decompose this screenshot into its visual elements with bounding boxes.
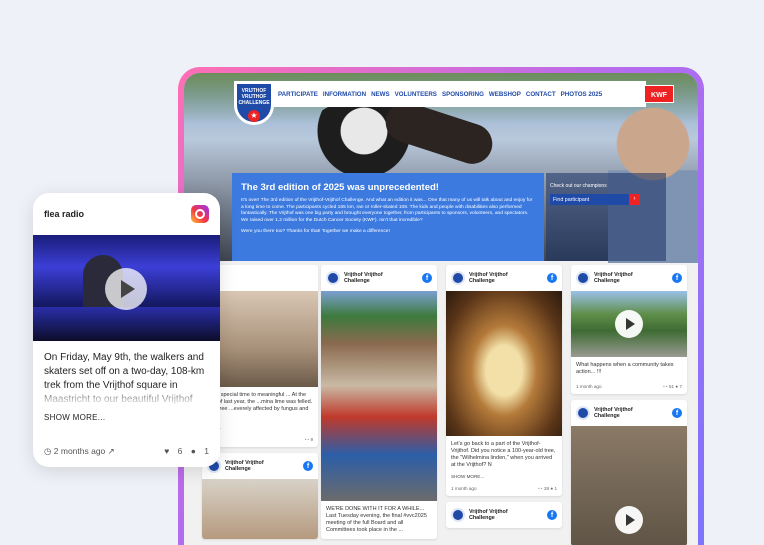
post-video[interactable] — [571, 426, 687, 545]
nav-photos[interactable]: PHOTOS 2025 — [561, 91, 603, 98]
feed-card[interactable]: Vrijthof Vrijthof Challenge f WE'RE DONE… — [321, 265, 437, 539]
post-image — [321, 291, 437, 501]
nav-news[interactable]: NEWS — [371, 91, 390, 98]
play-icon[interactable] — [615, 310, 643, 338]
facebook-icon: f — [303, 461, 313, 471]
star-icon: ★ — [248, 110, 260, 122]
arrow-right-icon: › — [629, 194, 640, 205]
post-time: 2 months ago — [53, 446, 106, 456]
comment-icon[interactable]: ● — [191, 446, 196, 456]
heart-icon[interactable]: ♥ — [164, 446, 169, 456]
banner-body: It's over! The 3rd edition of the Vrijth… — [241, 198, 533, 223]
avatar — [451, 508, 465, 522]
show-more-link[interactable]: SHOW MORE... — [33, 407, 220, 422]
avatar — [576, 271, 590, 285]
facebook-icon: f — [422, 273, 432, 283]
facebook-icon: f — [547, 273, 557, 283]
feed-column-4: Vrijthof Vrijthof Challenge f What happe… — [571, 265, 687, 545]
nav-webshop[interactable]: WEBSHOP — [489, 91, 521, 98]
nav-participate[interactable]: PARTICIPATE — [278, 91, 318, 98]
champions-box: Check out our champions Find participant… — [546, 173, 666, 261]
top-navigation: VRIJTHOF VRIJTHOF CHALLENGE ★ PARTICIPAT… — [234, 81, 674, 125]
hero-banner: The 3rd edition of 2025 was unprecedente… — [232, 173, 544, 261]
website-screen: VRIJTHOF VRIJTHOF CHALLENGE ★ PARTICIPAT… — [184, 73, 698, 545]
clock-icon: ◷ — [44, 446, 54, 456]
comment-icon: ● — [550, 486, 554, 491]
find-participant-button[interactable]: Find participant › — [550, 194, 640, 205]
banner-cta: Were you there too? Thanks for that! Tog… — [241, 229, 390, 235]
avatar — [326, 271, 340, 285]
play-icon[interactable] — [105, 268, 147, 310]
feed-card[interactable]: Vrijthof Vrijthof Challenge f — [446, 502, 562, 528]
champions-label: Check out our champions — [550, 183, 607, 189]
post-video[interactable] — [33, 235, 220, 341]
facebook-icon: f — [547, 510, 557, 520]
banner-title: The 3rd edition of 2025 was unprecedente… — [241, 182, 439, 193]
avatar — [451, 271, 465, 285]
nav-information[interactable]: INFORMATION — [323, 91, 366, 98]
browser-frame: VRIJTHOF VRIJTHOF CHALLENGE ★ PARTICIPAT… — [178, 67, 704, 545]
facebook-icon: f — [672, 273, 682, 283]
feed-card[interactable]: Vrijthof Vrijthof Challenge f What happe… — [571, 265, 687, 394]
nav-contact[interactable]: CONTACT — [526, 91, 556, 98]
feed-column-3: Vrijthof Vrijthof Challenge f Let's go b… — [446, 265, 562, 534]
play-icon[interactable] — [615, 505, 643, 534]
like-icon: ◔◔ — [537, 486, 544, 491]
kwf-badge[interactable]: KWF — [644, 85, 674, 103]
site-logo[interactable]: VRIJTHOF VRIJTHOF CHALLENGE ★ — [234, 81, 274, 125]
feed-card[interactable]: Vrijthof Vrijthof Challenge f — [202, 453, 318, 539]
like-icon: ◔◔ — [662, 384, 669, 389]
comment-icon: ● — [675, 384, 679, 389]
nav-sponsoring[interactable]: SPONSORING — [442, 91, 484, 98]
instagram-post-card[interactable]: flea radio On Friday, May 9th, the walke… — [33, 193, 220, 467]
external-link-icon[interactable]: ↗ — [108, 446, 115, 456]
feed-column-2: Vrijthof Vrijthof Challenge f WE'RE DONE… — [321, 265, 437, 545]
avatar — [576, 406, 590, 420]
facebook-icon: f — [672, 408, 682, 418]
post-video[interactable] — [571, 291, 687, 357]
post-image — [446, 291, 562, 436]
feed-card[interactable]: Vrijthof Vrijthof Challenge f — [571, 400, 687, 545]
nav-volunteers[interactable]: VOLUNTEERS — [395, 91, 437, 98]
feed-card[interactable]: Vrijthof Vrijthof Challenge f Let's go b… — [446, 265, 562, 496]
post-text: On Friday, May 9th, the walkers and skat… — [33, 341, 220, 407]
account-name: flea radio — [44, 209, 85, 219]
post-image — [202, 479, 318, 539]
instagram-icon[interactable] — [191, 205, 209, 223]
